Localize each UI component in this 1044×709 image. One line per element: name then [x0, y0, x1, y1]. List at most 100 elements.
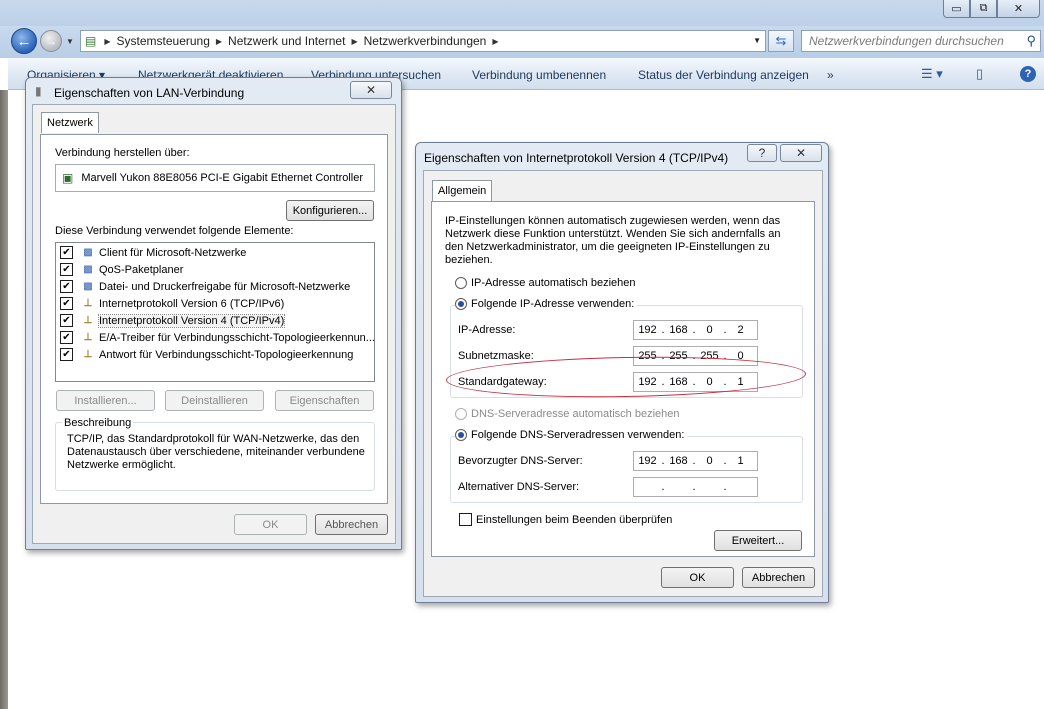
ok-button[interactable]: OK — [661, 567, 734, 588]
list-item-label: QoS-Paketplaner — [99, 263, 184, 276]
list-item[interactable]: ✔ ⊥ E/A-Treiber für Verbindungsschicht-Top… — [60, 329, 375, 346]
description-title: Beschreibung — [62, 417, 134, 429]
lan-properties-dialog: ▮ Eigenschaften von LAN-Verbindung ✕ Net… — [25, 77, 402, 550]
manual-ip-option[interactable]: Folgende IP-Adresse verwenden: — [455, 298, 638, 311]
help-icon[interactable]: ? — [1020, 66, 1036, 82]
properties-button[interactable]: Eigenschaften — [275, 390, 374, 411]
alternate-dns-field[interactable]: . . . — [633, 477, 758, 497]
validate-option[interactable]: Einstellungen beim Beenden überprüfen — [459, 513, 672, 526]
close-icon: ✕ — [365, 83, 377, 97]
search-icon[interactable]: ⚲ — [1026, 33, 1036, 49]
forward-button[interactable]: → — [40, 30, 62, 52]
recent-pages-dropdown[interactable]: ▼ — [66, 37, 74, 46]
radio-button[interactable] — [455, 277, 467, 290]
dialog-close-button[interactable]: ✕ — [350, 81, 392, 99]
list-item[interactable]: ✔ ▩ Datei- und Druckerfreigabe für Microso… — [60, 278, 350, 295]
items-label: Diese Verbindung verwendet folgende Elem… — [55, 225, 294, 237]
octet: 0 — [706, 324, 713, 336]
list-item[interactable]: ✔ ⊥ Internetprotokoll Version 6 (TCP/IPv6) — [60, 295, 284, 312]
breadcrumb-separator-icon[interactable]: ▶ — [216, 37, 222, 46]
subnet-label: Subnetzmaske: — [458, 350, 534, 362]
checkbox[interactable]: ✔ — [60, 280, 73, 293]
toolbar-more[interactable]: » — [827, 68, 834, 82]
cancel-button[interactable]: Abbrechen — [742, 567, 815, 588]
close-icon: ✕ — [795, 146, 807, 160]
search-placeholder: Netzwerkverbindungen durchsuchen — [809, 34, 1004, 48]
tab-panel: Verbindung herstellen über: ▣ Marvell Yu… — [40, 134, 388, 504]
checkbox[interactable]: ✔ — [60, 263, 73, 276]
network-adapter-icon: ▮ — [35, 84, 42, 98]
radio-button-disabled[interactable] — [455, 408, 467, 421]
protocol-icon: ⊥ — [83, 349, 93, 360]
manual-dns-option[interactable]: Folgende DNS-Serveradressen verwenden: — [455, 429, 688, 442]
auto-dns-option[interactable]: DNS-Serveradresse automatisch beziehen — [455, 408, 680, 421]
maximize-button[interactable]: ⧉ — [970, 0, 997, 18]
tab-allgemein[interactable]: Allgemein — [432, 180, 493, 201]
octet: 168 — [669, 455, 688, 467]
list-item-selected[interactable]: ✔ ⊥ Internetprotokoll Version 4 (TCP/IPv4) — [60, 312, 286, 329]
toolbar-view-status[interactable]: Status der Verbindung anzeigen — [638, 68, 809, 82]
preferred-dns-label: Bevorzugter DNS-Server: — [458, 455, 583, 467]
list-item[interactable]: ✔ ⊥ Antwort für Verbindungsschicht-Topolog… — [60, 346, 353, 363]
configure-button[interactable]: Konfigurieren... — [286, 200, 374, 221]
alternate-dns-label: Alternativer DNS-Server: — [458, 481, 580, 493]
ok-button[interactable]: OK — [234, 514, 307, 535]
breadcrumb-separator-icon[interactable]: ▶ — [492, 37, 498, 46]
advanced-button[interactable]: Erweitert... — [714, 530, 802, 551]
octet: 168 — [669, 324, 688, 336]
list-item-label: Internetprotokoll Version 6 (TCP/IPv6) — [99, 297, 285, 310]
network-service-icon: ▩ — [83, 281, 93, 292]
checkbox[interactable]: ✔ — [60, 331, 73, 344]
list-item[interactable]: ✔ ▩ Client für Microsoft-Netzwerke — [60, 244, 246, 261]
checkbox[interactable]: ✔ — [60, 246, 73, 259]
radio-button-selected[interactable] — [455, 298, 467, 311]
components-list: ✔ ▩ Client für Microsoft-Netzwerke ✔ ▩ QoS-P… — [55, 242, 375, 382]
octet: 2 — [737, 324, 744, 336]
refresh-button[interactable]: ⇆ — [768, 30, 794, 52]
protocol-icon: ⊥ — [83, 298, 93, 309]
search-input[interactable]: Netzwerkverbindungen durchsuchen ⚲ — [801, 30, 1041, 52]
dialog-close-button[interactable]: ✕ — [780, 144, 822, 162]
checkbox[interactable]: ✔ — [60, 348, 73, 361]
close-window-button[interactable]: ✕ — [997, 0, 1040, 18]
octet: 1 — [737, 455, 744, 467]
dialog-client: Netzwerk Verbindung herstellen über: ▣ M… — [32, 104, 396, 544]
validate-checkbox[interactable] — [459, 513, 472, 526]
protocol-icon: ⊥ — [83, 315, 93, 326]
adapter-icon: ▣ — [62, 171, 74, 185]
adapter-box: ▣ Marvell Yukon 88E8056 PCI-E Gigabit Et… — [55, 164, 375, 192]
radio-button-selected[interactable] — [455, 429, 467, 442]
ip-address-field[interactable]: 192. 168. 0. 2 — [633, 320, 758, 340]
background-edge — [0, 90, 8, 709]
checkbox[interactable]: ✔ — [60, 297, 73, 310]
breadcrumb-item[interactable]: Netzwerkverbindungen — [364, 34, 487, 48]
window-titlebar: ▭ ⧉ ✕ — [0, 0, 1044, 26]
network-service-icon: ▩ — [83, 264, 93, 275]
connect-via-label: Verbindung herstellen über: — [55, 147, 190, 159]
minimize-button[interactable]: ▭ — [943, 0, 970, 18]
help-button[interactable]: ? — [747, 144, 777, 162]
breadcrumb-separator-icon[interactable]: ▶ — [104, 37, 110, 46]
tab-netzwerk[interactable]: Netzwerk — [41, 112, 99, 133]
preferred-dns-field[interactable]: 192. 168. 0. 1 — [633, 451, 758, 471]
dialog-title: Eigenschaften von LAN-Verbindung — [54, 86, 245, 100]
preview-pane-icon[interactable]: ▯ — [976, 66, 983, 82]
toolbar-rename[interactable]: Verbindung umbenennen — [472, 68, 606, 82]
forward-arrow-icon: → — [45, 34, 57, 48]
view-options-icon[interactable]: ☰ ▾ — [921, 66, 943, 82]
breadcrumb-item[interactable]: Netzwerk und Internet — [228, 34, 345, 48]
address-bar[interactable]: ▤ ▶ Systemsteuerung ▶ Netzwerk und Inter… — [80, 30, 766, 52]
back-button[interactable]: ← — [11, 28, 37, 54]
breadcrumb-separator-icon[interactable]: ▶ — [351, 37, 357, 46]
octet: 192 — [638, 455, 657, 467]
address-dropdown-icon[interactable]: ▼ — [753, 36, 761, 45]
breadcrumb-item[interactable]: Systemsteuerung — [117, 34, 210, 48]
cancel-button[interactable]: Abbrechen — [315, 514, 388, 535]
manual-dns-label: Folgende DNS-Serveradressen verwenden: — [471, 429, 685, 441]
install-button[interactable]: Installieren... — [56, 390, 155, 411]
octet: 0 — [706, 455, 713, 467]
list-item[interactable]: ✔ ▩ QoS-Paketplaner — [60, 261, 183, 278]
checkbox[interactable]: ✔ — [60, 314, 73, 327]
auto-ip-option[interactable]: IP-Adresse automatisch beziehen — [455, 277, 635, 290]
uninstall-button[interactable]: Deinstallieren — [165, 390, 264, 411]
